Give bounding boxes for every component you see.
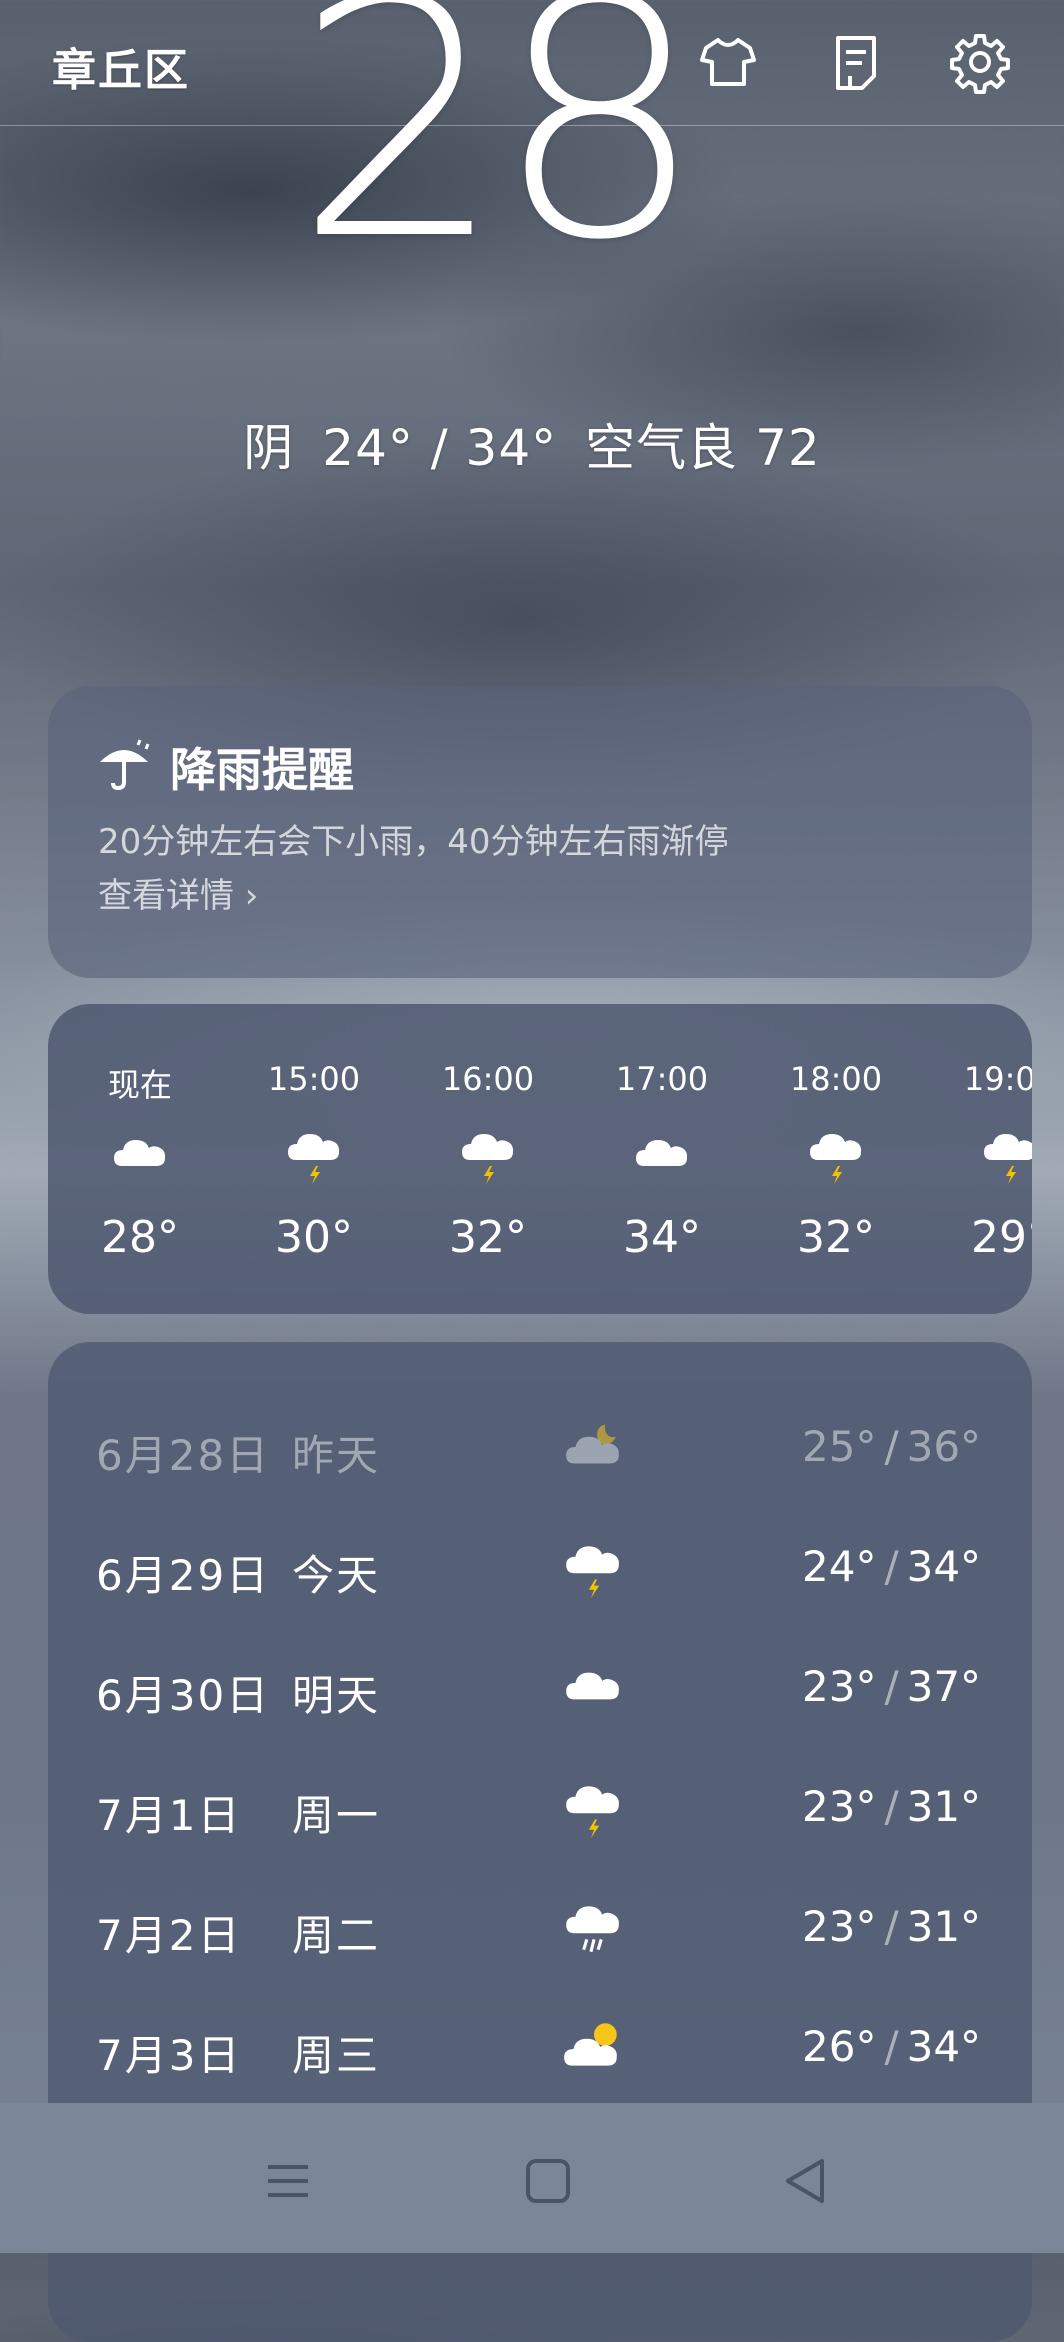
hourly-time: 15:00 [267, 1060, 361, 1098]
hourly-item: 16:00 32° [428, 1004, 548, 1314]
rain-icon [560, 1894, 626, 1960]
hourly-time: 16:00 [441, 1060, 535, 1098]
daily-date: 6月28日 [96, 1431, 271, 1480]
current-range: 24° / 34° [322, 419, 558, 477]
hourly-time: 现在 [107, 1066, 172, 1104]
daily-temp-range: 25°/36° [802, 1422, 981, 1471]
daily-temp-range: 23°/31° [802, 1902, 981, 1951]
daily-row[interactable]: 6月28日 昨天 25°/36° [48, 1406, 1032, 1486]
daily-low: 24° [802, 1542, 877, 1591]
hourly-forecast[interactable]: 现在 28° 15:00 30° 16:00 32° 17:00 34° 18:00 32° 19:… [48, 1004, 1032, 1314]
thunder-icon [560, 1774, 626, 1840]
thunder-icon [804, 1122, 868, 1186]
back-icon[interactable] [776, 2151, 836, 2211]
daily-day-name: 周一 [292, 1791, 381, 1840]
daily-temp-range: 23°/31° [802, 1782, 981, 1831]
note-icon[interactable] [824, 30, 888, 94]
rain-alert-description: 20分钟左右会下小雨，40分钟左右雨渐停 [98, 822, 729, 862]
range-separator: / [884, 1542, 899, 1591]
daily-temp-range: 24°/34° [802, 1542, 981, 1591]
hourly-time: 18:00 [789, 1060, 883, 1098]
daily-row[interactable]: 7月1日 周一 23°/31° [48, 1766, 1032, 1846]
daily-high: 31° [906, 1902, 982, 1951]
daily-low: 26° [802, 2022, 877, 2071]
daily-low: 23° [802, 1902, 877, 1951]
hourly-time: 17:00 [615, 1060, 709, 1098]
cloud-icon [630, 1122, 694, 1186]
daily-low: 23° [802, 1782, 877, 1831]
cloud-icon [108, 1122, 172, 1186]
range-separator: / [884, 1782, 899, 1831]
cloud-sun-icon [560, 2014, 626, 2080]
daily-high: 31° [906, 1782, 982, 1831]
hourly-item: 17:00 34° [602, 1004, 722, 1314]
hourly-time: 19:00 [963, 1060, 1032, 1098]
hourly-item: 现在 28° [80, 1004, 200, 1314]
umbrella-icon [100, 739, 150, 791]
current-summary: 阴 24° / 34° 空气良 72 [0, 408, 1064, 480]
range-separator: / [884, 1422, 899, 1471]
daily-day-name: 周三 [292, 2031, 381, 2080]
daily-temp-range: 26°/34° [802, 2022, 981, 2071]
rain-alert-card[interactable]: 降雨提醒 20分钟左右会下小雨，40分钟左右雨渐停 查看详情 › [48, 686, 1032, 978]
daily-date: 7月3日 [96, 2031, 242, 2080]
shirt-icon[interactable] [696, 30, 760, 94]
hourly-item: 19:00 29° [950, 1004, 1032, 1314]
range-separator: / [884, 1662, 899, 1711]
thunder-icon [456, 1122, 520, 1186]
cloud-moon-icon [560, 1414, 626, 1480]
thunder-icon [282, 1122, 346, 1186]
daily-high: 34° [906, 2022, 982, 2071]
city-name[interactable]: 章丘区 [52, 34, 190, 98]
daily-low: 23° [802, 1662, 877, 1711]
top-bar: 章丘区 [0, 0, 1064, 126]
home-icon[interactable] [518, 2151, 578, 2211]
cloud-icon [560, 1654, 626, 1720]
daily-high: 34° [906, 1542, 982, 1591]
hourly-temp: 32° [449, 1212, 527, 1263]
daily-row[interactable]: 6月30日 明天 23°/37° [48, 1646, 1032, 1726]
daily-day-name: 昨天 [292, 1431, 381, 1480]
range-separator: / [884, 2022, 899, 2071]
rain-alert-title: 降雨提醒 [170, 743, 354, 797]
hourly-item: 15:00 30° [254, 1004, 374, 1314]
air-quality[interactable]: 空气良 72 [585, 419, 821, 477]
daily-date: 7月1日 [96, 1791, 242, 1840]
range-separator: / [884, 1902, 899, 1951]
thunder-icon [560, 1534, 626, 1600]
hourly-temp: 32° [797, 1212, 875, 1263]
hourly-temp: 30° [275, 1212, 353, 1263]
daily-temp-range: 23°/37° [802, 1662, 981, 1711]
current-condition: 阴 [243, 419, 295, 477]
daily-row[interactable]: 6月29日 今天 24°/34° [48, 1526, 1032, 1606]
daily-date: 6月30日 [96, 1671, 271, 1720]
hourly-temp: 29° [971, 1212, 1032, 1263]
hourly-temp: 28° [101, 1212, 179, 1263]
view-details-link[interactable]: 查看详情 › [98, 868, 258, 917]
daily-high: 37° [906, 1662, 982, 1711]
daily-low: 25° [802, 1422, 877, 1471]
system-nav-bar [0, 2103, 1064, 2253]
gear-icon[interactable] [948, 30, 1012, 94]
hourly-temp: 34° [623, 1212, 701, 1263]
daily-date: 7月2日 [96, 1911, 242, 1960]
hourly-item: 18:00 32° [776, 1004, 896, 1314]
daily-row[interactable]: 7月2日 周二 23°/31° [48, 1886, 1032, 1966]
daily-day-name: 周二 [292, 1911, 381, 1960]
menu-icon[interactable] [258, 2151, 318, 2211]
daily-date: 6月29日 [96, 1551, 271, 1600]
daily-day-name: 今天 [292, 1551, 381, 1600]
daily-high: 36° [906, 1422, 982, 1471]
daily-row[interactable]: 7月3日 周三 26°/34° [48, 2006, 1032, 2086]
thunder-icon [978, 1122, 1032, 1186]
daily-day-name: 明天 [292, 1671, 381, 1720]
